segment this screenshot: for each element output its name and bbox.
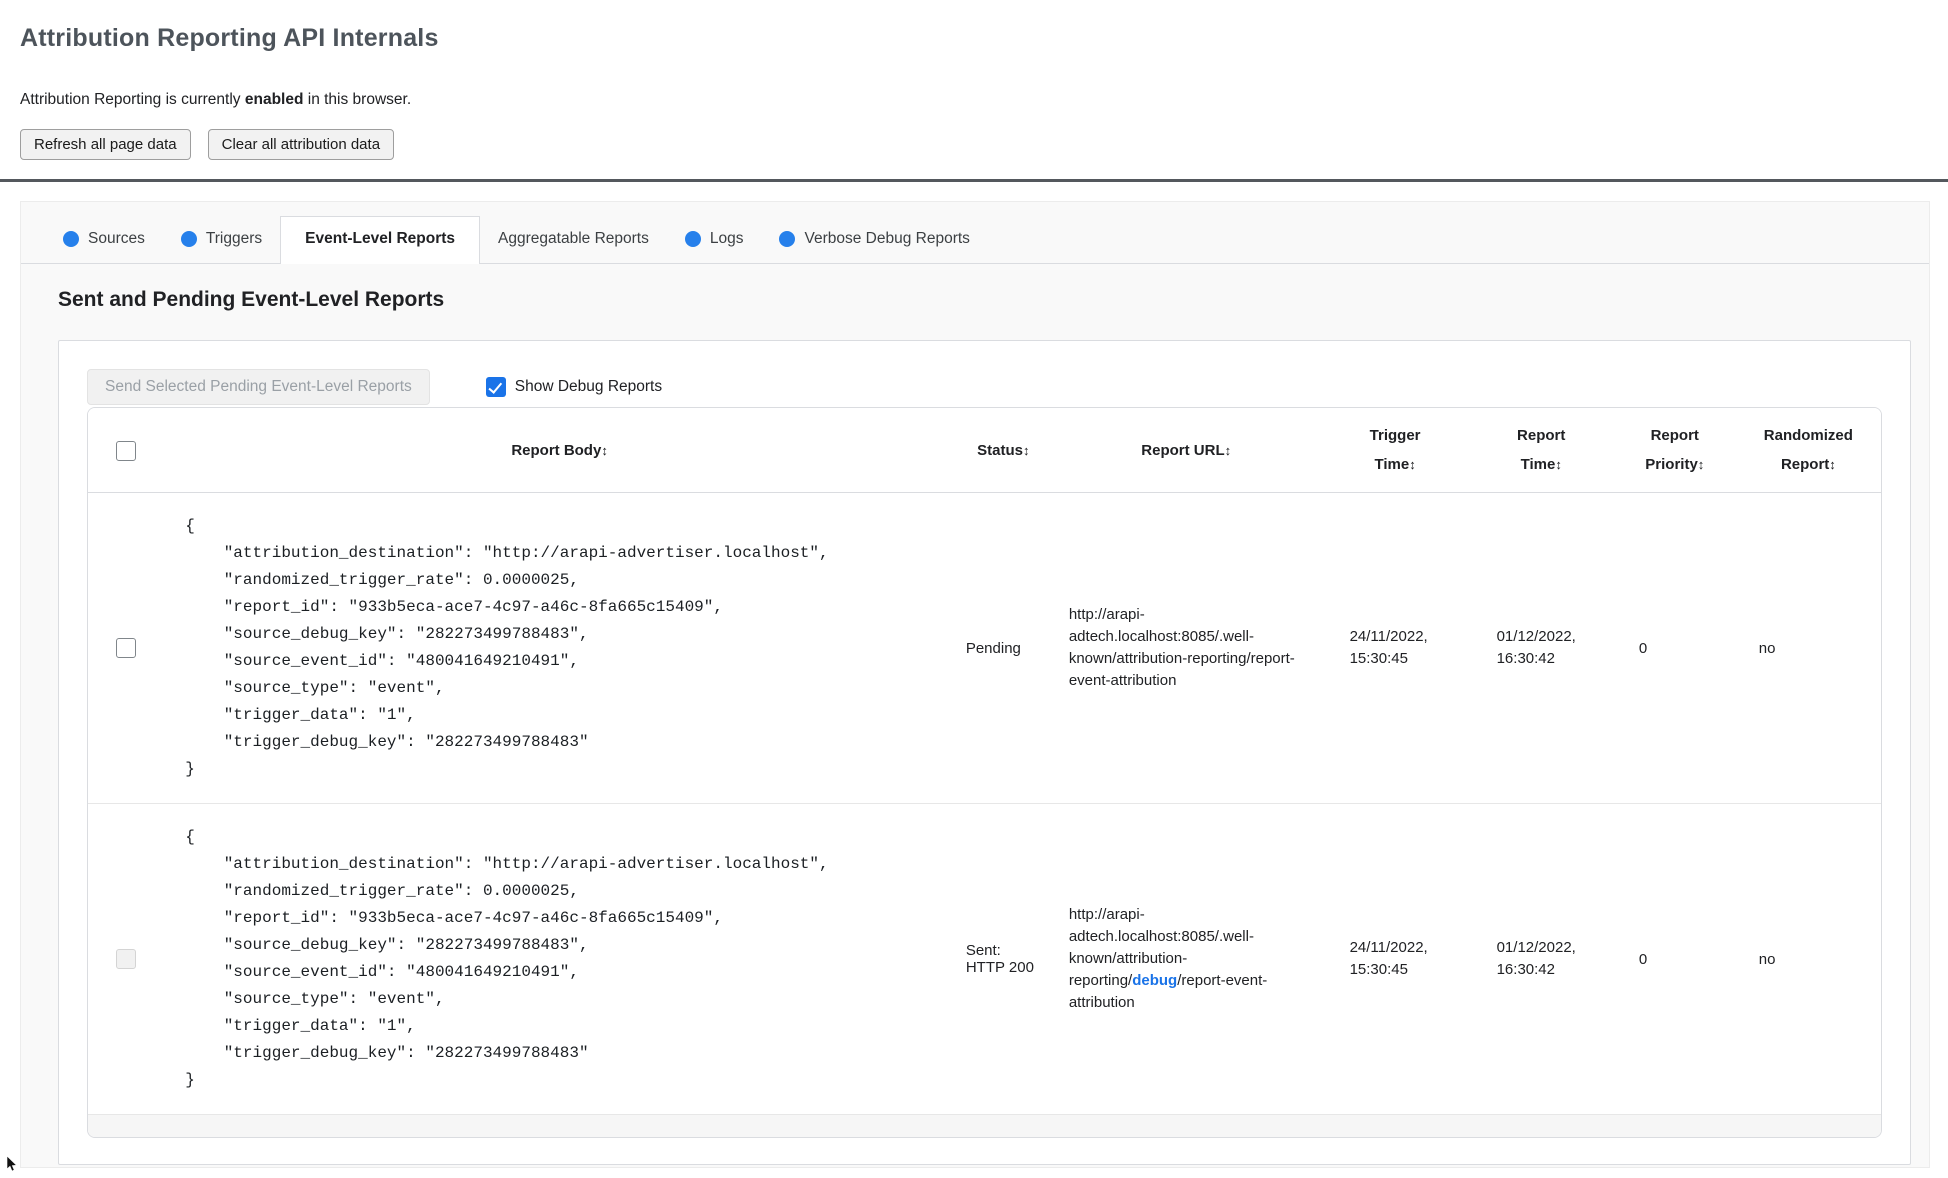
- column-header-report-body[interactable]: Report Body↕: [163, 408, 956, 493]
- tab-label: Sources: [88, 230, 145, 247]
- column-header-report-url[interactable]: Report URL↕: [1050, 408, 1322, 493]
- tab-triggers[interactable]: Triggers: [163, 218, 280, 263]
- tab-aggregatable-reports[interactable]: Aggregatable Reports: [480, 218, 667, 263]
- send-selected-reports-button: Send Selected Pending Event-Level Report…: [87, 369, 430, 405]
- new-data-dot-icon: [779, 231, 796, 247]
- page-header: Attribution Reporting API Internals Attr…: [0, 0, 1948, 160]
- table-footer-strip: [88, 1115, 1881, 1137]
- report-row-sent: { "attribution_destination": "http://ara…: [88, 804, 1881, 1115]
- new-data-dot-icon: [180, 231, 197, 247]
- tab-event-level-reports[interactable]: Event-Level Reports: [280, 216, 481, 264]
- report-time-cell: 01/12/2022, 16:30:42: [1468, 493, 1614, 804]
- row-checkbox[interactable]: [115, 638, 136, 658]
- tab-sources[interactable]: Sources: [45, 218, 163, 263]
- tab-label: Triggers: [205, 230, 263, 247]
- reports-table-container: Report Body↕ Status↕ Report URL↕ Trigger…: [87, 407, 1882, 1138]
- sort-icon: ↕: [1555, 457, 1562, 472]
- tab-label: Logs: [709, 230, 744, 247]
- table-footer-row: [88, 1115, 1881, 1137]
- reports-toolbar: Send Selected Pending Event-Level Report…: [87, 369, 1882, 405]
- report-priority-cell: 0: [1613, 493, 1736, 804]
- status-enabled-flag: enabled: [244, 91, 304, 108]
- sort-icon: ↕: [1697, 457, 1705, 472]
- select-all-header-cell: [88, 408, 164, 493]
- new-data-dot-icon: [63, 231, 79, 247]
- report-body-json: { "attribution_destination": "http://ara…: [185, 517, 829, 778]
- column-header-status[interactable]: Status↕: [955, 408, 1051, 493]
- report-time-cell: 01/12/2022, 16:30:42: [1468, 804, 1614, 1115]
- report-url-cell: http://arapi-adtech.localhost:8085/.well…: [1050, 493, 1322, 804]
- tab-label: Event-Level Reports: [305, 230, 456, 247]
- sort-icon: ↕: [1829, 457, 1836, 472]
- tab-label: Aggregatable Reports: [498, 230, 649, 247]
- sort-icon: ↕: [601, 442, 608, 458]
- randomized-report-cell: no: [1735, 804, 1881, 1115]
- debug-url-segment: debug: [1132, 972, 1178, 989]
- trigger-time-cell: 24/11/2022, 15:30:45: [1321, 804, 1469, 1115]
- row-select-cell: [88, 493, 164, 804]
- report-body-json: { "attribution_destination": "http://ara…: [185, 828, 829, 1089]
- table-header-row: Report Body↕ Status↕ Report URL↕ Trigger…: [88, 408, 1881, 493]
- row-select-cell: [88, 804, 164, 1115]
- column-header-randomized-report[interactable]: Randomized Report↕: [1735, 408, 1881, 493]
- content-card: Sources Triggers Event-Level Reports Agg…: [20, 201, 1930, 1168]
- tab-label: Verbose Debug Reports: [804, 230, 970, 247]
- tab-logs[interactable]: Logs: [667, 218, 762, 263]
- column-header-trigger-time[interactable]: Trigger Time↕: [1321, 408, 1469, 493]
- column-header-report-time[interactable]: Report Time↕: [1468, 408, 1614, 493]
- page-title: Attribution Reporting API Internals: [20, 24, 439, 52]
- event-level-reports-panel: Send Selected Pending Event-Level Report…: [58, 340, 1911, 1165]
- status-text-suffix: in this browser.: [303, 91, 412, 108]
- sort-icon: ↕: [1224, 442, 1232, 458]
- sort-icon: ↕: [1409, 457, 1416, 472]
- row-checkbox-disabled: [115, 949, 136, 969]
- new-data-dot-icon: [684, 231, 701, 247]
- status-text: Attribution Reporting is currently enabl…: [20, 91, 1928, 109]
- show-debug-reports-label: Show Debug Reports: [514, 378, 663, 395]
- reports-table: Report Body↕ Status↕ Report URL↕ Trigger…: [88, 408, 1881, 1137]
- report-url-cell: http://arapi-adtech.localhost:8085/.well…: [1050, 804, 1322, 1115]
- clear-all-attribution-data-button[interactable]: Clear all attribution data: [207, 129, 395, 160]
- status-cell: Sent: HTTP 200: [955, 804, 1051, 1115]
- tab-strip: Sources Triggers Event-Level Reports Agg…: [21, 202, 1929, 264]
- header-divider: [0, 179, 1948, 182]
- report-priority-cell: 0: [1613, 804, 1736, 1115]
- column-header-report-priority[interactable]: Report Priority↕: [1613, 408, 1736, 493]
- report-row-pending: { "attribution_destination": "http://ara…: [88, 493, 1881, 804]
- refresh-all-page-data-button[interactable]: Refresh all page data: [20, 129, 191, 160]
- sort-icon: ↕: [1023, 442, 1030, 458]
- header-buttons: Refresh all page data Clear all attribut…: [20, 129, 1928, 160]
- tab-verbose-debug-reports[interactable]: Verbose Debug Reports: [761, 218, 987, 263]
- status-text-prefix: Attribution Reporting is currently: [20, 91, 245, 108]
- show-debug-reports-toggle[interactable]: Show Debug Reports: [485, 377, 663, 397]
- mouse-cursor-icon: [6, 1156, 17, 1172]
- trigger-time-cell: 24/11/2022, 15:30:45: [1321, 493, 1469, 804]
- select-all-checkbox[interactable]: [115, 440, 136, 461]
- report-body-cell: { "attribution_destination": "http://ara…: [163, 493, 956, 804]
- checked-checkbox-icon[interactable]: [485, 377, 506, 397]
- randomized-report-cell: no: [1735, 493, 1881, 804]
- report-body-cell: { "attribution_destination": "http://ara…: [163, 804, 956, 1115]
- status-cell: Pending: [955, 493, 1051, 804]
- section-heading: Sent and Pending Event-Level Reports: [58, 288, 445, 311]
